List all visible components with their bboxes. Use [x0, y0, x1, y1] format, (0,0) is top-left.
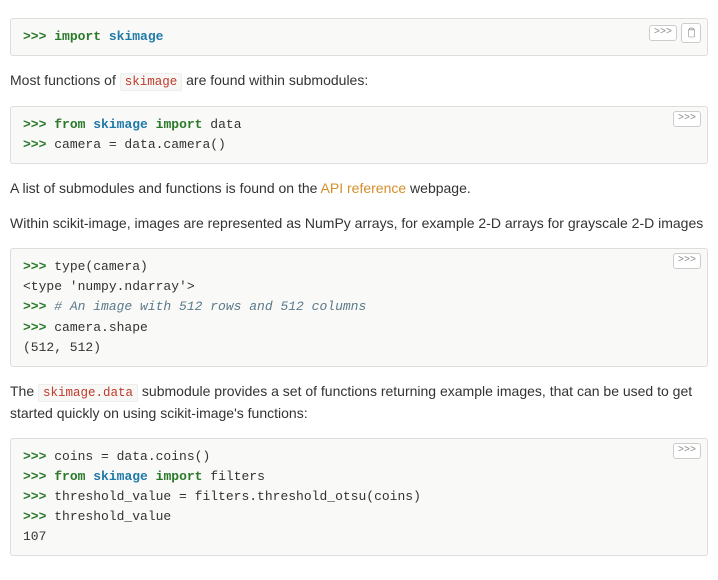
paragraph: A list of submodules and functions is fo…	[10, 178, 708, 199]
text: The	[10, 383, 38, 399]
inline-code: skimage	[120, 73, 183, 91]
code-content: >>> import skimage	[23, 27, 695, 47]
toggle-prompt-button[interactable]: >>>	[649, 25, 677, 41]
paragraph: Most functions of skimage are found with…	[10, 70, 708, 92]
code-content: >>> coins = data.coins()>>> from skimage…	[23, 447, 695, 548]
text: are found within submodules:	[182, 72, 368, 88]
api-reference-link[interactable]: API reference	[321, 180, 407, 196]
code-block-4: >>> >>> coins = data.coins()>>> from ski…	[10, 438, 708, 557]
paragraph: Within scikit-image, images are represen…	[10, 213, 708, 234]
text: webpage.	[406, 180, 471, 196]
clipboard-icon	[685, 27, 697, 39]
code-block-3: >>> >>> type(camera)<type 'numpy.ndarray…	[10, 248, 708, 367]
code-block-1: >>> >>> import skimage	[10, 18, 708, 56]
toggle-prompt-button[interactable]: >>>	[673, 111, 701, 127]
toggle-prompt-button[interactable]: >>>	[673, 443, 701, 459]
code-block-2: >>> >>> from skimage import data>>> came…	[10, 106, 708, 164]
copy-button[interactable]	[681, 23, 701, 43]
inline-code: skimage.data	[38, 384, 138, 402]
toggle-prompt-button[interactable]: >>>	[673, 253, 701, 269]
text: A list of submodules and functions is fo…	[10, 180, 321, 196]
code-content: >>> type(camera)<type 'numpy.ndarray'>>>…	[23, 257, 695, 358]
text: Most functions of	[10, 72, 120, 88]
paragraph: The skimage.data submodule provides a se…	[10, 381, 708, 424]
code-content: >>> from skimage import data>>> camera =…	[23, 115, 695, 155]
